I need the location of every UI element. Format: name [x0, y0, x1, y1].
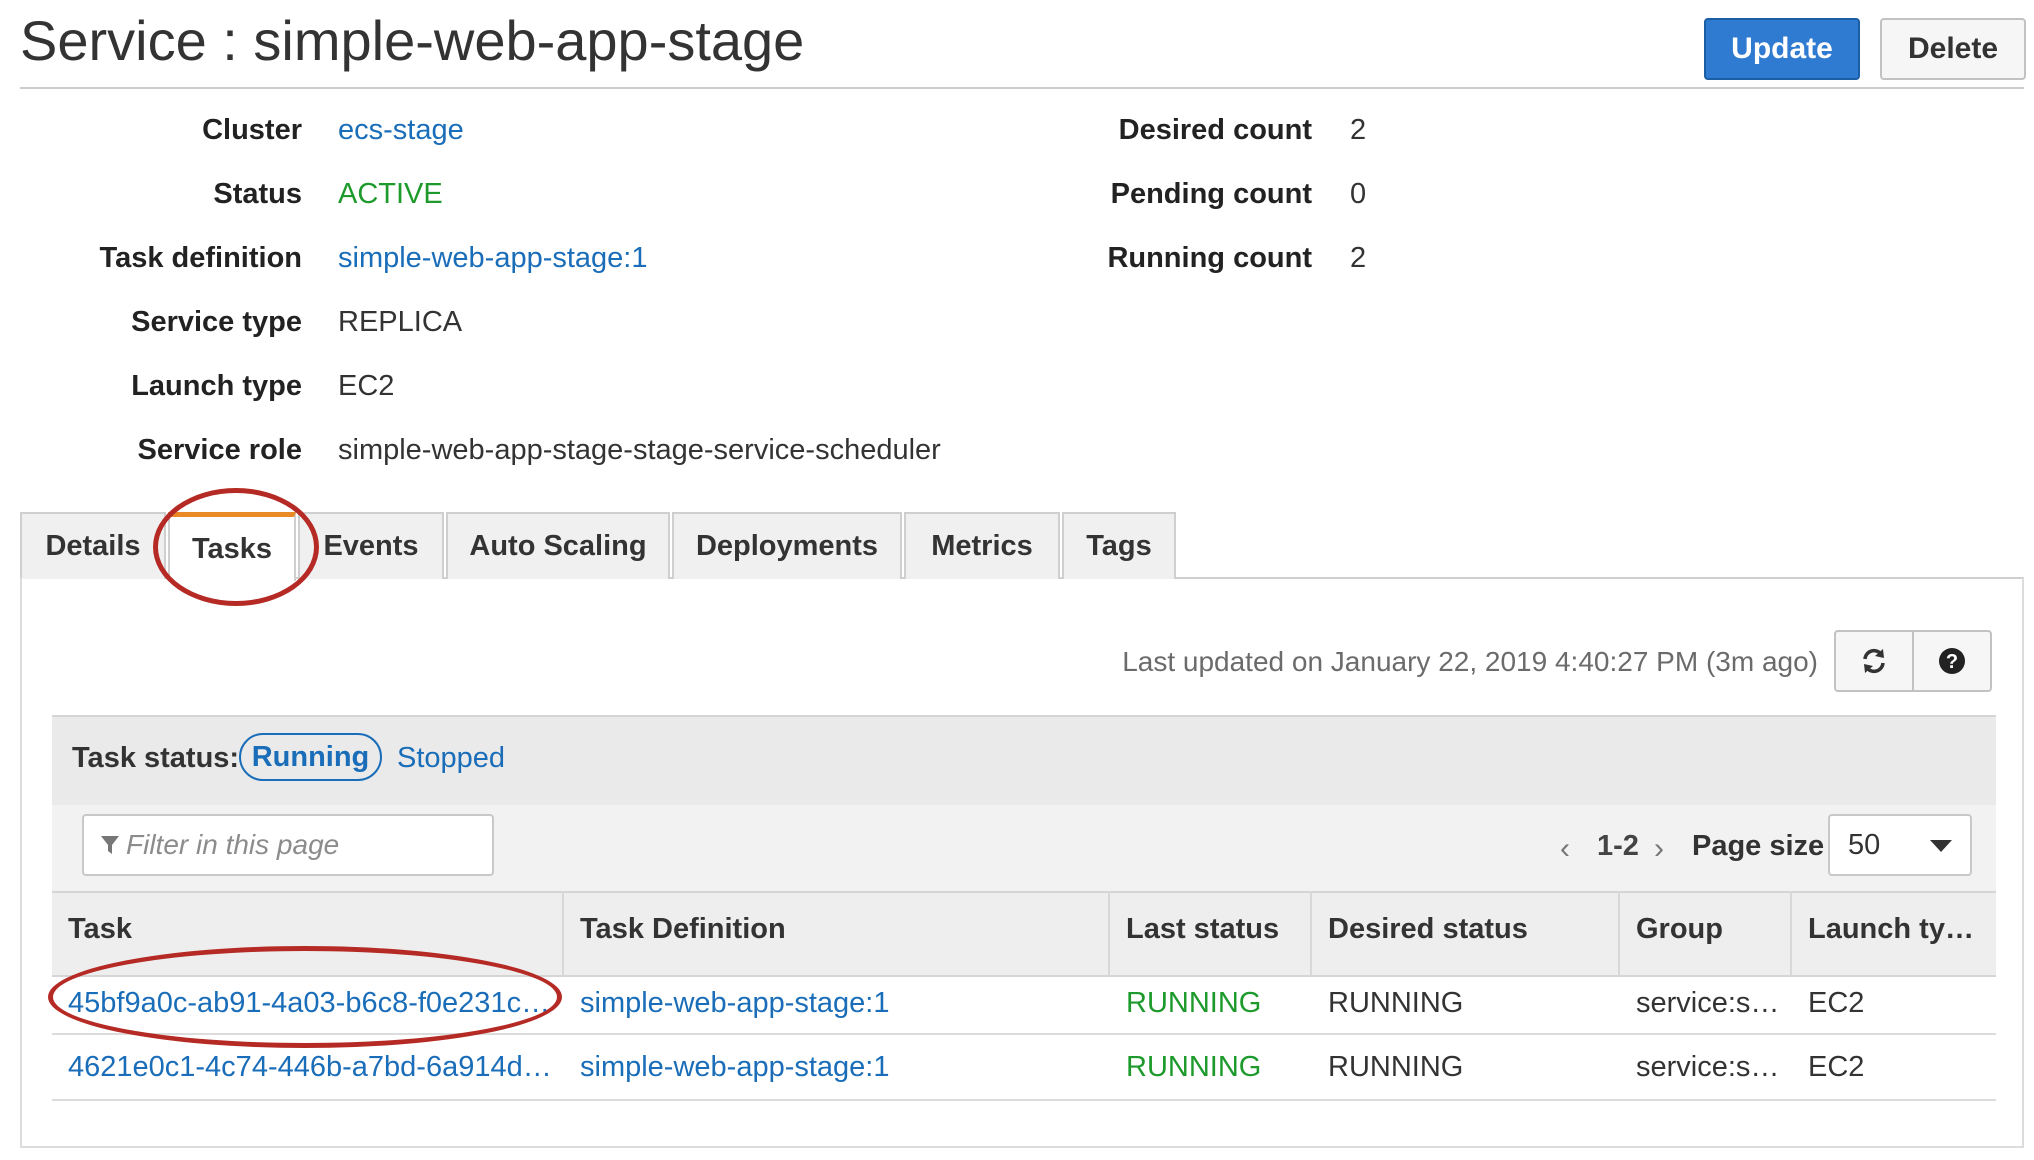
question-circle-icon: ? [1939, 648, 1965, 674]
page: Service : simple-web-app-stage Update De… [0, 0, 2034, 1160]
task-definition-label: Task definition [99, 242, 302, 274]
row-divider [52, 1033, 1996, 1035]
filter-input[interactable] [120, 828, 468, 862]
pending-count-label: Pending count [1110, 178, 1312, 210]
prev-page-button[interactable]: ‹ [1560, 832, 1570, 866]
refresh-button[interactable] [1834, 630, 1914, 692]
caret-down-icon [1930, 840, 1952, 852]
column-divider [1108, 891, 1110, 975]
page-size-select[interactable]: 50 [1828, 814, 1972, 876]
service-type-value: REPLICA [338, 306, 463, 338]
desired-count-value: 2 [1350, 114, 1367, 146]
last-status-cell: RUNNING [1126, 1051, 1262, 1083]
pending-count-value: 0 [1350, 178, 1367, 210]
svg-text:?: ? [1946, 651, 1958, 673]
cluster-label: Cluster [202, 114, 302, 146]
tab-metrics[interactable]: Metrics [904, 512, 1060, 579]
help-button[interactable]: ? [1912, 630, 1992, 692]
update-button[interactable]: Update [1704, 18, 1860, 80]
tab-details[interactable]: Details [20, 512, 166, 579]
group-cell: service:s… [1636, 1051, 1780, 1083]
task-status-label: Task status: [72, 742, 240, 774]
column-divider [1618, 891, 1620, 975]
status-value: ACTIVE [338, 178, 443, 210]
running-filter-pill[interactable]: Running [239, 733, 382, 781]
next-page-button[interactable]: › [1654, 832, 1664, 866]
filter-icon [101, 836, 119, 854]
service-type-label: Service type [131, 306, 302, 338]
column-header-task[interactable]: Task [68, 913, 132, 946]
column-header-desired-status[interactable]: Desired status [1328, 913, 1528, 946]
page-title: Service : simple-web-app-stage [20, 9, 805, 72]
column-header-group[interactable]: Group [1636, 913, 1723, 946]
launch-type-cell: EC2 [1808, 1051, 1865, 1083]
task-definition-link[interactable]: simple-web-app-stage:1 [338, 242, 647, 275]
desired-count-label: Desired count [1118, 114, 1312, 146]
column-header-last-status[interactable]: Last status [1126, 913, 1279, 946]
tab-tasks[interactable]: Tasks [168, 512, 296, 581]
page-size-label: Page size [1692, 830, 1825, 862]
cluster-link[interactable]: ecs-stage [338, 114, 464, 147]
running-count-label: Running count [1107, 242, 1312, 274]
title-divider [20, 87, 2024, 89]
tab-deployments[interactable]: Deployments [672, 512, 902, 579]
running-count-value: 2 [1350, 242, 1367, 274]
column-divider [1790, 891, 1792, 975]
delete-button[interactable]: Delete [1880, 18, 2026, 80]
refresh-icon [1863, 648, 1885, 674]
last-status-cell: RUNNING [1126, 987, 1262, 1019]
tab-auto-scaling[interactable]: Auto Scaling [446, 512, 670, 579]
column-header-launch-type[interactable]: Launch ty… [1808, 913, 1974, 946]
page-size-value: 50 [1848, 828, 1881, 861]
column-divider [1310, 891, 1312, 975]
tab-events[interactable]: Events [298, 512, 444, 579]
tab-tags[interactable]: Tags [1062, 512, 1176, 579]
task-id-link[interactable]: 45bf9a0c-ab91-4a03-b6c8-f0e231c… [68, 987, 550, 1020]
task-definition-cell-link[interactable]: simple-web-app-stage:1 [580, 1051, 889, 1084]
column-divider [562, 891, 564, 975]
task-definition-cell-link[interactable]: simple-web-app-stage:1 [580, 987, 889, 1020]
page-range: 1-2 [1597, 830, 1639, 862]
group-cell: service:s… [1636, 987, 1780, 1019]
column-header-task-definition[interactable]: Task Definition [580, 913, 786, 946]
stopped-filter-link[interactable]: Stopped [397, 742, 505, 775]
desired-status-cell: RUNNING [1328, 1051, 1464, 1083]
service-role-value: simple-web-app-stage-stage-service-sched… [338, 434, 941, 466]
row-divider [52, 1099, 1996, 1101]
launch-type-cell: EC2 [1808, 987, 1865, 1019]
desired-status-cell: RUNNING [1328, 987, 1464, 1019]
launch-type-label: Launch type [131, 370, 302, 402]
status-label: Status [213, 178, 302, 210]
last-updated-text: Last updated on January 22, 2019 4:40:27… [1122, 646, 1818, 677]
filter-box[interactable] [82, 814, 494, 876]
task-id-link[interactable]: 4621e0c1-4c74-446b-a7bd-6a914d… [68, 1051, 552, 1084]
launch-type-value: EC2 [338, 370, 395, 402]
service-role-label: Service role [137, 434, 302, 466]
